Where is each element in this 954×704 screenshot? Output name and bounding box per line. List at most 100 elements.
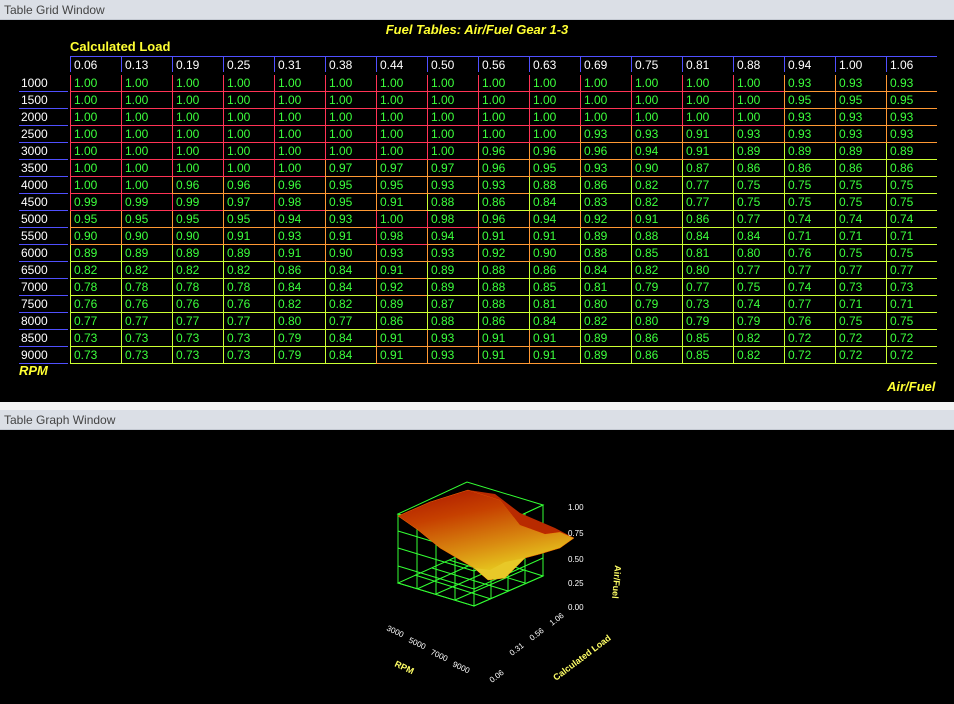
table-cell[interactable]: 0.93 — [784, 75, 835, 92]
table-cell[interactable]: 0.82 — [172, 262, 223, 279]
table-cell[interactable]: 0.82 — [223, 262, 274, 279]
table-cell[interactable]: 1.00 — [274, 160, 325, 177]
table-cell[interactable]: 0.79 — [682, 313, 733, 330]
table-cell[interactable]: 0.73 — [886, 279, 937, 296]
table-cell[interactable]: 0.92 — [478, 245, 529, 262]
table-cell[interactable]: 0.86 — [376, 313, 427, 330]
table-cell[interactable]: 0.88 — [631, 228, 682, 245]
table-cell[interactable]: 0.81 — [682, 245, 733, 262]
table-cell[interactable]: 0.91 — [376, 330, 427, 347]
table-cell[interactable]: 0.91 — [631, 211, 682, 228]
table-cell[interactable]: 0.77 — [835, 262, 886, 279]
table-cell[interactable]: 0.77 — [784, 262, 835, 279]
table-cell[interactable]: 0.93 — [886, 126, 937, 143]
table-cell[interactable]: 0.74 — [886, 211, 937, 228]
table-cell[interactable]: 1.00 — [172, 92, 223, 109]
table-cell[interactable]: 0.75 — [886, 177, 937, 194]
table-cell[interactable]: 0.93 — [886, 109, 937, 126]
table-cell[interactable]: 0.89 — [580, 347, 631, 364]
table-cell[interactable]: 0.95 — [784, 92, 835, 109]
table-cell[interactable]: 0.74 — [784, 279, 835, 296]
table-cell[interactable]: 0.72 — [886, 330, 937, 347]
table-cell[interactable]: 1.00 — [682, 75, 733, 92]
table-cell[interactable]: 0.89 — [835, 143, 886, 160]
table-cell[interactable]: 0.94 — [529, 211, 580, 228]
table-cell[interactable]: 0.93 — [427, 330, 478, 347]
table-cell[interactable]: 0.72 — [835, 330, 886, 347]
table-cell[interactable]: 0.91 — [529, 347, 580, 364]
table-cell[interactable]: 0.84 — [325, 330, 376, 347]
table-cell[interactable]: 1.00 — [580, 109, 631, 126]
table-cell[interactable]: 1.00 — [733, 109, 784, 126]
table-cell[interactable]: 1.00 — [376, 143, 427, 160]
table-cell[interactable]: 0.99 — [121, 194, 172, 211]
table-cell[interactable]: 1.00 — [223, 143, 274, 160]
table-cell[interactable]: 1.00 — [172, 126, 223, 143]
table-cell[interactable]: 1.00 — [733, 75, 784, 92]
table-cell[interactable]: 0.95 — [325, 194, 376, 211]
table-cell[interactable]: 0.92 — [376, 279, 427, 296]
table-cell[interactable]: 0.77 — [784, 296, 835, 313]
table-cell[interactable]: 0.77 — [121, 313, 172, 330]
table-cell[interactable]: 0.99 — [70, 194, 121, 211]
table-cell[interactable]: 0.91 — [478, 347, 529, 364]
table-cell[interactable]: 0.77 — [172, 313, 223, 330]
table-cell[interactable]: 0.97 — [376, 160, 427, 177]
table-cell[interactable]: 1.00 — [121, 177, 172, 194]
table-cell[interactable]: 0.89 — [427, 262, 478, 279]
table-cell[interactable]: 0.86 — [631, 330, 682, 347]
table-cell[interactable]: 0.72 — [784, 347, 835, 364]
table-cell[interactable]: 0.73 — [121, 330, 172, 347]
table-cell[interactable]: 0.91 — [682, 126, 733, 143]
table-cell[interactable]: 0.76 — [784, 245, 835, 262]
table-cell[interactable]: 0.89 — [784, 143, 835, 160]
table-cell[interactable]: 1.00 — [631, 92, 682, 109]
table-cell[interactable]: 0.75 — [835, 313, 886, 330]
table-cell[interactable]: 0.72 — [886, 347, 937, 364]
table-cell[interactable]: 0.89 — [172, 245, 223, 262]
table-cell[interactable]: 0.73 — [682, 296, 733, 313]
table-cell[interactable]: 1.00 — [121, 160, 172, 177]
table-cell[interactable]: 0.93 — [325, 211, 376, 228]
table-cell[interactable]: 1.00 — [733, 92, 784, 109]
table-cell[interactable]: 0.98 — [376, 228, 427, 245]
table-cell[interactable]: 0.95 — [172, 211, 223, 228]
table-cell[interactable]: 0.82 — [733, 330, 784, 347]
table-cell[interactable]: 0.75 — [733, 177, 784, 194]
table-cell[interactable]: 1.00 — [274, 143, 325, 160]
table-cell[interactable]: 1.00 — [70, 75, 121, 92]
table-cell[interactable]: 0.79 — [274, 347, 325, 364]
table-cell[interactable]: 0.93 — [835, 75, 886, 92]
table-cell[interactable]: 0.88 — [529, 177, 580, 194]
table-cell[interactable]: 0.82 — [121, 262, 172, 279]
table-cell[interactable]: 0.86 — [784, 160, 835, 177]
graph-window-titlebar[interactable]: Table Graph Window — [0, 410, 954, 430]
table-cell[interactable]: 1.00 — [172, 75, 223, 92]
table-cell[interactable]: 0.86 — [580, 177, 631, 194]
table-cell[interactable]: 0.93 — [580, 126, 631, 143]
table-cell[interactable]: 0.82 — [325, 296, 376, 313]
table-cell[interactable]: 0.78 — [172, 279, 223, 296]
table-cell[interactable]: 0.87 — [682, 160, 733, 177]
table-cell[interactable]: 0.91 — [223, 228, 274, 245]
table-cell[interactable]: 0.93 — [478, 177, 529, 194]
table-cell[interactable]: 1.00 — [70, 143, 121, 160]
table-cell[interactable]: 0.95 — [886, 92, 937, 109]
table-cell[interactable]: 0.93 — [835, 126, 886, 143]
table-cell[interactable]: 0.91 — [376, 262, 427, 279]
table-cell[interactable]: 0.80 — [682, 262, 733, 279]
table-cell[interactable]: 1.00 — [223, 126, 274, 143]
table-cell[interactable]: 1.00 — [325, 143, 376, 160]
table-cell[interactable]: 0.90 — [172, 228, 223, 245]
table-cell[interactable]: 0.71 — [886, 296, 937, 313]
table-cell[interactable]: 0.88 — [478, 296, 529, 313]
table-cell[interactable]: 0.75 — [784, 177, 835, 194]
table-cell[interactable]: 0.79 — [733, 313, 784, 330]
table-cell[interactable]: 0.75 — [784, 194, 835, 211]
table-cell[interactable]: 0.85 — [682, 347, 733, 364]
table-cell[interactable]: 0.81 — [529, 296, 580, 313]
table-cell[interactable]: 0.98 — [427, 211, 478, 228]
table-cell[interactable]: 0.98 — [274, 194, 325, 211]
table-cell[interactable]: 0.91 — [325, 228, 376, 245]
table-cell[interactable]: 0.89 — [121, 245, 172, 262]
